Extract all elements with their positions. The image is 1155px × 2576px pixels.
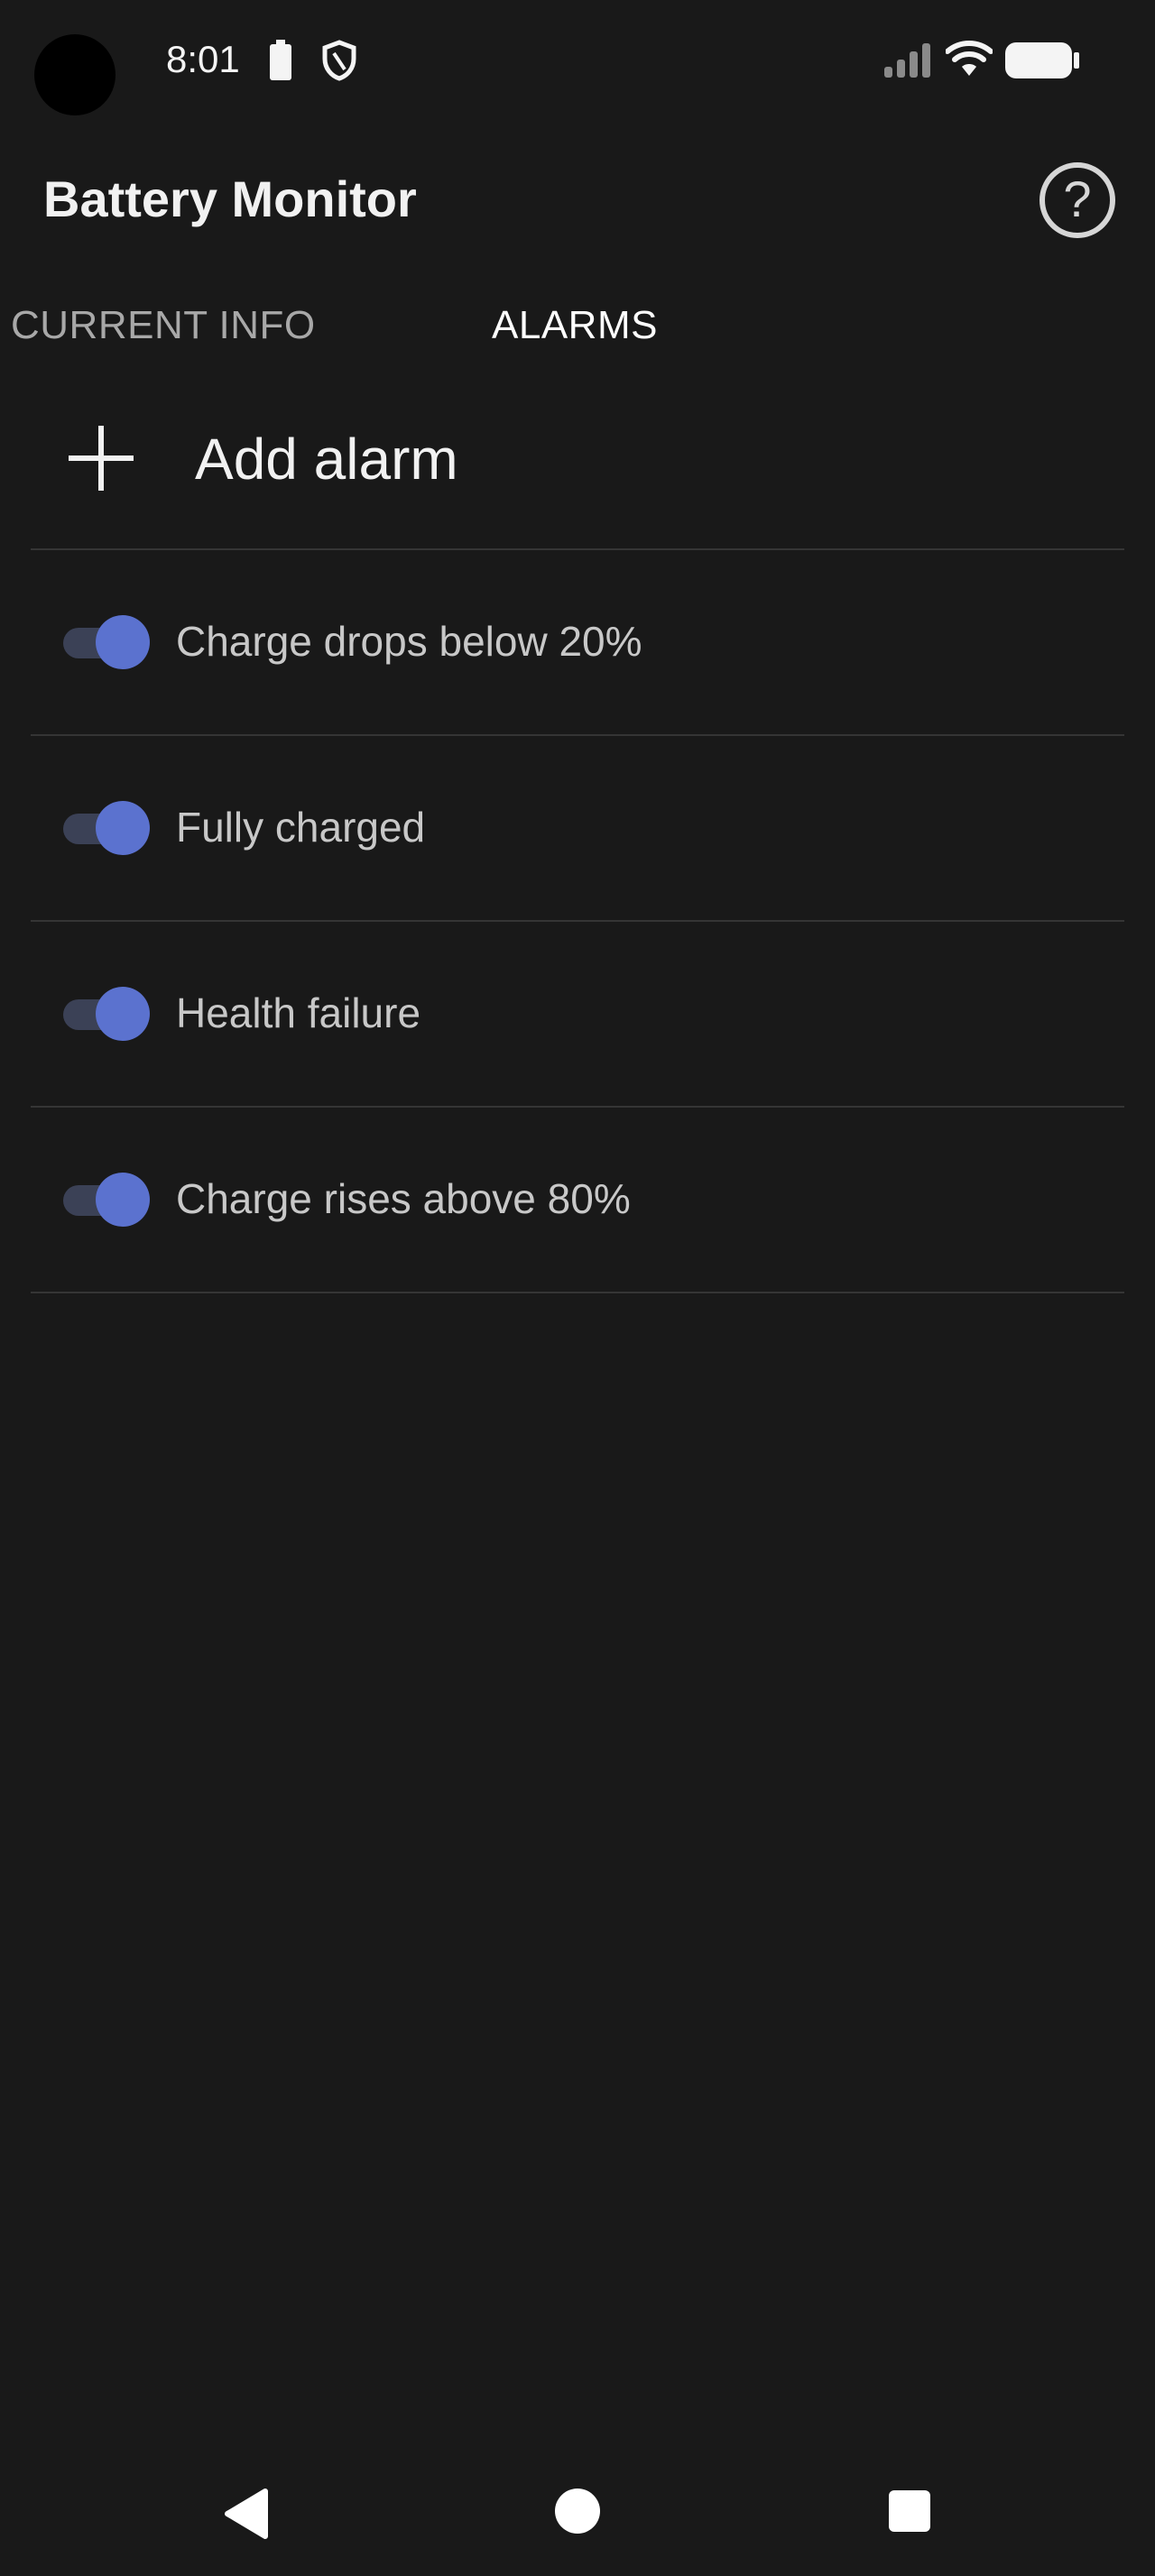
plus-icon: [69, 426, 134, 491]
app-title: Battery Monitor: [43, 170, 417, 227]
wifi-icon: [946, 41, 993, 76]
alarm-toggle[interactable]: [63, 801, 150, 855]
alarm-row: Fully charged: [31, 736, 1124, 920]
alarm-row: Charge drops below 20%: [31, 550, 1124, 734]
shield-icon: [322, 40, 356, 81]
alarm-label[interactable]: Charge drops below 20%: [176, 617, 642, 666]
navigation-bar: [0, 2453, 1155, 2576]
help-icon: ?: [1063, 170, 1092, 227]
status-bar: 8:01: [0, 0, 1155, 126]
recents-icon[interactable]: [888, 2489, 931, 2533]
alarm-label[interactable]: Health failure: [176, 989, 420, 1037]
alarm-toggle[interactable]: [63, 615, 150, 669]
toggle-thumb: [96, 615, 150, 669]
battery-small-icon: [270, 40, 291, 80]
alarm-label[interactable]: Charge rises above 80%: [176, 1174, 631, 1223]
divider: [31, 1292, 1124, 1293]
back-icon[interactable]: [222, 2488, 269, 2540]
tab-current-info[interactable]: CURRENT INFO: [11, 303, 316, 348]
alarm-label[interactable]: Fully charged: [176, 803, 425, 851]
add-alarm-label: Add alarm: [195, 427, 458, 492]
alarm-row: Charge rises above 80%: [31, 1108, 1124, 1292]
status-time: 8:01: [166, 38, 240, 80]
toggle-thumb: [96, 1173, 150, 1227]
add-alarm-button[interactable]: Add alarm: [31, 388, 1124, 548]
tab-alarms[interactable]: ALARMS: [492, 303, 658, 348]
alarm-row: Health failure: [31, 922, 1124, 1106]
camera-cutout: [34, 34, 116, 115]
help-button[interactable]: ?: [1040, 162, 1115, 238]
home-icon[interactable]: [554, 2488, 601, 2535]
signal-icon: [884, 43, 930, 78]
toggle-thumb: [96, 987, 150, 1041]
battery-full-icon: [1005, 42, 1079, 78]
toggle-thumb: [96, 801, 150, 855]
alarm-toggle[interactable]: [63, 987, 150, 1041]
alarm-toggle[interactable]: [63, 1173, 150, 1227]
